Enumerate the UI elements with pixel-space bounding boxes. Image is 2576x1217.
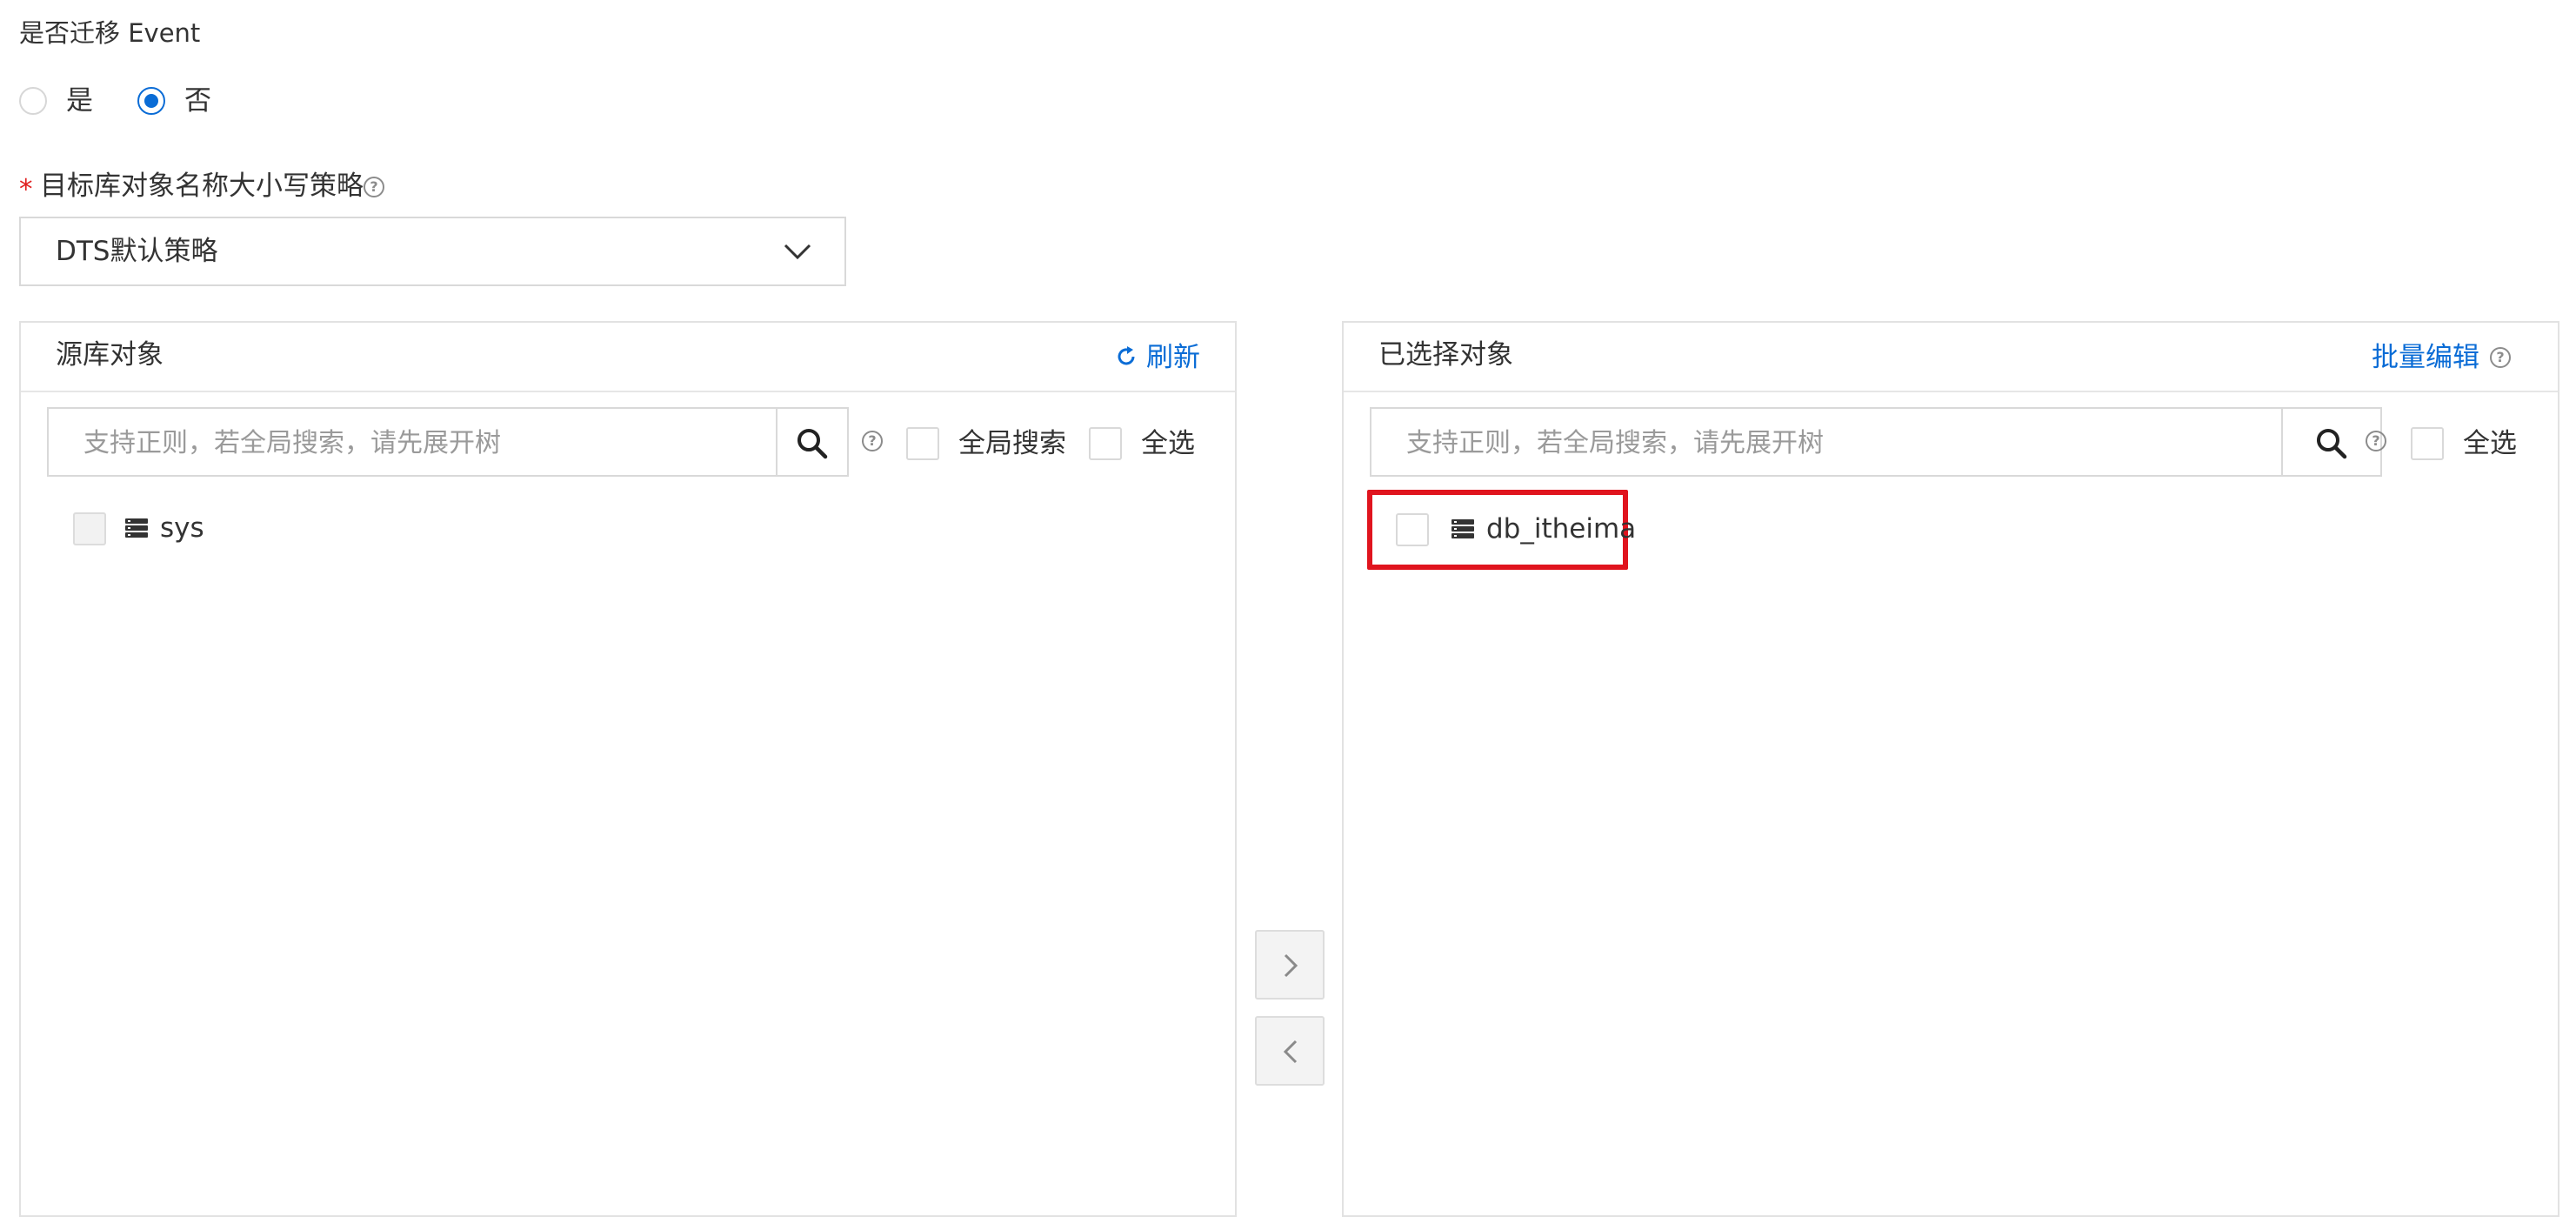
chevron-right-icon — [1284, 953, 1298, 978]
source-select-all-checkbox[interactable] — [1089, 427, 1122, 460]
radio-yes-label[interactable]: 是 — [66, 84, 93, 118]
source-search-input[interactable] — [82, 425, 764, 461]
selected-search-box — [1370, 407, 2382, 477]
selected-select-all-checkbox[interactable] — [2411, 427, 2444, 460]
move-right-button[interactable] — [1255, 930, 1325, 1000]
chevron-left-icon — [1283, 1040, 1298, 1064]
refresh-icon — [1118, 346, 1135, 365]
tree-item-sys[interactable]: sys — [73, 507, 247, 551]
database-icon — [125, 518, 148, 539]
tree-item-label: sys — [160, 512, 204, 544]
radio-no[interactable] — [137, 87, 165, 115]
database-icon — [1452, 519, 1474, 540]
selected-search-help-icon[interactable]: ? — [2366, 431, 2386, 451]
selected-select-all-label[interactable]: 全选 — [2463, 426, 2517, 461]
source-panel-header: 源库对象 刷新 — [21, 323, 1235, 392]
source-select-all-label[interactable]: 全选 — [1141, 426, 1195, 461]
tree-item-label: db_itheima — [1486, 513, 1637, 545]
batch-edit-link[interactable]: 批量编辑 — [2372, 340, 2479, 375]
selected-objects-panel: 已选择对象 批量编辑 ? ? 全选 db_itheima — [1342, 321, 2559, 1217]
case-policy-select[interactable]: DTS默认策略 — [19, 217, 846, 286]
search-icon — [2317, 429, 2347, 459]
source-objects-panel: 源库对象 刷新 ? 全局搜索 全选 sys — [19, 321, 1237, 1217]
tree-item-db-itheima[interactable]: db_itheima — [1396, 508, 1636, 552]
selected-panel-title: 已选择对象 — [1378, 339, 1513, 371]
migrate-event-label: 是否迁移 Event — [19, 18, 201, 48]
case-policy-help-icon[interactable]: ? — [364, 177, 384, 197]
selected-search-input[interactable] — [1405, 425, 2278, 461]
global-search-checkbox[interactable] — [906, 427, 939, 460]
source-search-box — [47, 407, 849, 477]
source-search-help-icon[interactable]: ? — [862, 431, 883, 451]
global-search-label[interactable]: 全局搜索 — [958, 426, 1066, 461]
batch-edit-help-icon[interactable]: ? — [2490, 347, 2511, 368]
case-policy-selected-value: DTS默认策略 — [56, 236, 218, 267]
required-mark: * — [19, 174, 33, 205]
radio-no-label[interactable]: 否 — [184, 84, 211, 118]
source-search-button[interactable] — [776, 409, 847, 475]
tree-item-checkbox[interactable] — [73, 512, 106, 545]
search-icon — [797, 429, 828, 459]
chevron-down-icon — [784, 244, 811, 260]
tree-item-checkbox[interactable] — [1396, 513, 1429, 546]
source-panel-title: 源库对象 — [56, 339, 164, 371]
selected-panel-header: 已选择对象 批量编辑 ? — [1344, 323, 2558, 392]
case-policy-label: 目标库对象名称大小写策略 — [40, 171, 364, 202]
move-left-button[interactable] — [1255, 1016, 1325, 1086]
refresh-label: 刷新 — [1146, 342, 1200, 373]
radio-yes[interactable] — [19, 87, 47, 115]
